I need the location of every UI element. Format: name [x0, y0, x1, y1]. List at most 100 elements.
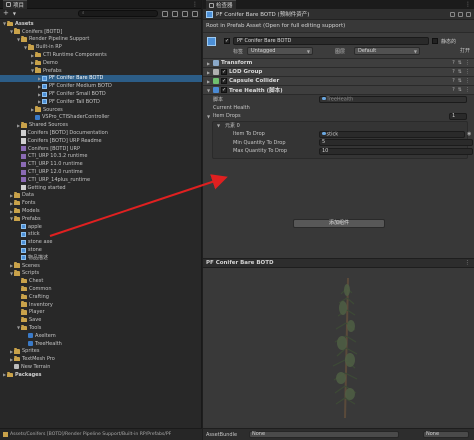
tree-item[interactable]: ▶ Demo — [0, 59, 202, 67]
tree-item[interactable]: CTI_URP 12.0 runtime — [0, 168, 202, 176]
preset-icon[interactable] — [458, 11, 463, 17]
tree-item[interactable]: ▶ Sources — [0, 106, 202, 114]
tree-item[interactable]: ▶ Shared Sources — [0, 121, 202, 129]
item-drops-row[interactable]: ▼ Item Drops 1 — [203, 112, 474, 121]
assetbundle-dropdown[interactable]: None — [249, 431, 399, 438]
component-fold-icon[interactable]: ▶ — [206, 70, 211, 75]
add-component-button[interactable]: 添加组件 — [293, 219, 385, 228]
help-icon[interactable]: ? — [452, 87, 455, 93]
element-expand-icon[interactable]: ▼ — [217, 123, 220, 128]
tree-item[interactable]: Common — [0, 285, 202, 293]
tree-item[interactable]: Conifers [BOTD] URP Readme — [0, 137, 202, 145]
tree-item[interactable]: ▼ Scripts — [0, 270, 202, 278]
tree-item[interactable]: Save — [0, 316, 202, 324]
component-header[interactable]: ▼ ✓ Tree Health (脚本)? ⇅ ⋮ — [203, 86, 474, 95]
tree-item[interactable]: apple — [0, 223, 202, 231]
tree-item[interactable]: TreeHealth — [0, 340, 202, 348]
help-icon[interactable]: ? — [452, 69, 455, 75]
item-to-drop-field[interactable]: stick — [319, 130, 465, 138]
tree-item[interactable]: ▼ Built-in RP — [0, 43, 202, 51]
add-button[interactable]: + — [3, 10, 9, 17]
component-enabled-checkbox[interactable]: ✓ — [221, 69, 227, 75]
context-menu-icon[interactable]: ⋮ — [465, 69, 470, 75]
component-enabled-checkbox[interactable]: ✓ — [221, 87, 227, 93]
item-drops-size-field[interactable]: 1 — [449, 112, 467, 120]
help-icon[interactable]: ? — [452, 60, 455, 66]
filter-label-icon[interactable] — [172, 10, 178, 17]
tag-dropdown[interactable]: Untagged ▼ — [247, 47, 313, 55]
tree-item[interactable]: ▶ Scenes — [0, 262, 202, 270]
preview-area[interactable] — [203, 268, 474, 426]
tree-item[interactable]: ▶ PF Conifer Small BOTD — [0, 90, 202, 98]
tree-item[interactable]: Conifers [BOTD] URP — [0, 145, 202, 153]
tree-item[interactable]: 物品描述 — [0, 254, 202, 262]
settings-icon[interactable] — [466, 11, 471, 17]
tree-item[interactable]: ▼ Prefabs — [0, 215, 202, 223]
object-picker-icon[interactable]: ◉ — [467, 131, 471, 137]
tree-item[interactable]: New Terrain — [0, 363, 202, 371]
tree-item[interactable]: ▶ PF Conifer Bare BOTD — [0, 74, 202, 83]
tree-item[interactable]: ▶ Data — [0, 192, 202, 200]
tree-item[interactable]: Chest — [0, 277, 202, 285]
tree-item[interactable]: stone axe — [0, 238, 202, 246]
preset-icon[interactable]: ⇅ — [458, 87, 462, 93]
hidden-packages-icon[interactable] — [192, 10, 198, 17]
tree-item[interactable]: CTI_URP_14plus_runtime — [0, 176, 202, 184]
tree-item[interactable]: Inventory — [0, 301, 202, 309]
tree-item[interactable]: ▶ CTI Runtime Components — [0, 51, 202, 59]
preset-icon[interactable]: ⇅ — [458, 78, 462, 84]
tree-item[interactable]: ▶ Packages — [0, 371, 202, 379]
search-input[interactable]: ⌕ — [78, 10, 158, 17]
tree-item[interactable]: stick — [0, 231, 202, 239]
filter-type-icon[interactable] — [162, 10, 168, 17]
tree-item[interactable]: ▼ Render Pipeline Support — [0, 36, 202, 44]
tree-item[interactable]: Crafting — [0, 293, 202, 301]
preview-menu-icon[interactable]: ⋮ — [465, 260, 474, 266]
component-header[interactable]: ▶ Transform? ⇅ ⋮ — [203, 59, 474, 68]
tree-item[interactable]: Getting started — [0, 184, 202, 192]
tree-item[interactable]: Player — [0, 308, 202, 316]
tab-inspector[interactable]: 检查器 — [206, 0, 236, 9]
tree-item[interactable]: stone — [0, 246, 202, 254]
more-options-icon[interactable]: ⋮ — [192, 1, 198, 8]
tree-item[interactable]: ▶ Models — [0, 207, 202, 215]
gameobject-name-field[interactable]: PF Conifer Bare BOTD — [233, 37, 429, 45]
open-prefab-button[interactable]: 打开 — [460, 47, 470, 54]
assetbundle-variant-dropdown[interactable]: None — [423, 431, 469, 438]
tree-item[interactable]: CTI_URP 11.0 runtime — [0, 160, 202, 168]
tree-item[interactable]: ▶ PF Conifer Tall BOTD — [0, 98, 202, 106]
component-fold-icon[interactable]: ▶ — [206, 61, 211, 66]
component-enabled-checkbox[interactable]: ✓ — [221, 78, 227, 84]
tree-item[interactable]: CTI_URP 10.3.2 runtime — [0, 153, 202, 161]
tree-item[interactable]: ▶ Fonts — [0, 199, 202, 207]
context-menu-icon[interactable]: ⋮ — [465, 60, 470, 66]
component-header[interactable]: ▶ ✓ Capsule Collider? ⇅ ⋮ — [203, 77, 474, 86]
component-fold-icon[interactable]: ▼ — [206, 88, 211, 93]
preset-icon[interactable]: ⇅ — [458, 60, 462, 66]
min-qty-field[interactable]: 5 — [319, 139, 473, 147]
tree-item[interactable]: ▼ Tools — [0, 324, 202, 332]
inspector-more-icon[interactable]: ⋮ — [465, 1, 471, 8]
tree-item[interactable]: ▶ PF Conifer Medium BOTD — [0, 82, 202, 90]
help-icon[interactable] — [450, 11, 455, 17]
tree-item[interactable]: ▼ Conifers [BOTD] — [0, 28, 202, 36]
tab-project[interactable]: 项目 — [3, 0, 28, 9]
tree-item[interactable]: Conifers [BOTD] Documentation — [0, 129, 202, 137]
max-qty-field[interactable]: 10 — [319, 147, 473, 155]
tree-item[interactable]: ▼ Assets — [0, 20, 202, 28]
tree-item[interactable]: VSPro_CTIShaderController — [0, 114, 202, 122]
layer-dropdown[interactable]: Default ▼ — [354, 47, 420, 55]
active-checkbox[interactable]: ✓ — [224, 38, 230, 44]
context-menu-icon[interactable]: ⋮ — [465, 87, 470, 93]
component-header[interactable]: ▶ ✓ LOD Group? ⇅ ⋮ — [203, 68, 474, 77]
tree-item[interactable]: AxeItem — [0, 332, 202, 340]
add-dropdown-icon[interactable]: ▼ — [13, 10, 16, 17]
favorite-star-icon[interactable] — [182, 10, 188, 17]
static-checkbox[interactable] — [432, 38, 438, 44]
component-fold-icon[interactable]: ▶ — [206, 79, 211, 84]
context-menu-icon[interactable]: ⋮ — [465, 78, 470, 84]
tree-item[interactable]: ▶ Sprites — [0, 347, 202, 355]
preset-icon[interactable]: ⇅ — [458, 69, 462, 75]
element-0-header[interactable]: ▼ 元素 0 — [213, 122, 467, 131]
item-drops-expand-icon[interactable]: ▼ — [207, 114, 210, 119]
